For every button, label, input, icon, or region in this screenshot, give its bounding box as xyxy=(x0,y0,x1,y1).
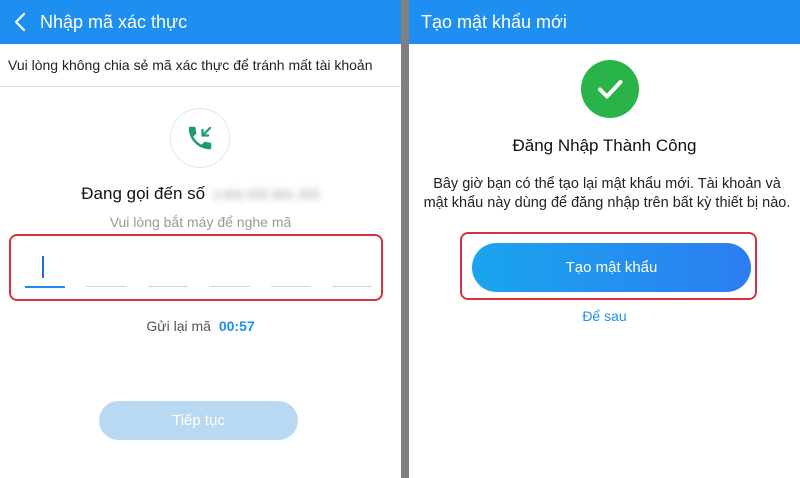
otp-highlight-box xyxy=(9,234,383,301)
continue-button[interactable]: Tiếp tục xyxy=(99,401,298,440)
call-indicator xyxy=(170,108,230,168)
otp-digit-6[interactable] xyxy=(332,252,372,287)
otp-digit-4[interactable] xyxy=(210,252,250,287)
answer-hint: Vui lòng bắt máy để nghe mã xyxy=(109,214,292,230)
page-title: Tạo mật khẩu mới xyxy=(421,11,567,32)
text-cursor xyxy=(42,256,44,278)
success-title: Đăng Nhập Thành Công xyxy=(512,136,697,155)
check-icon xyxy=(598,80,623,99)
otp-header: Nhập mã xác thực xyxy=(0,0,401,44)
success-badge xyxy=(581,60,639,118)
otp-digit-3[interactable] xyxy=(148,252,188,287)
page-title: Nhập mã xác thực xyxy=(40,11,188,32)
otp-digit-5[interactable] xyxy=(271,252,311,287)
create-password-button[interactable]: Tạo mật khẩu xyxy=(472,243,751,292)
otp-screen: Nhập mã xác thực Vui lòng không chia sẻ … xyxy=(0,0,401,478)
new-password-screen: Tạo mật khẩu mới Đăng Nhập Thành Công Bâ… xyxy=(409,0,800,478)
resend-code[interactable]: Gửi lại mã 00:57 xyxy=(0,318,401,334)
back-button[interactable] xyxy=(0,0,40,44)
otp-digit-1[interactable] xyxy=(25,252,65,288)
incoming-call-icon xyxy=(188,126,212,150)
calling-label: Đang gọi đến số xyxy=(81,184,206,203)
calling-status: Đang gọi đến số (+84) 935 801 255 xyxy=(0,183,401,205)
resend-timer: 00:57 xyxy=(218,318,255,334)
chevron-left-icon xyxy=(14,12,26,32)
new-password-header: Tạo mật khẩu mới xyxy=(409,0,800,44)
security-notice: Vui lòng không chia sẻ mã xác thực để tr… xyxy=(0,44,401,87)
masked-phone-number: (+84) 935 801 255 xyxy=(213,186,320,202)
later-link[interactable]: Để sau xyxy=(409,308,800,324)
resend-label[interactable]: Gửi lại mã xyxy=(146,318,211,334)
otp-digit-2[interactable] xyxy=(86,252,126,287)
success-description: Bây giờ bạn có thể tạo lại mật khẩu mới.… xyxy=(423,176,791,211)
